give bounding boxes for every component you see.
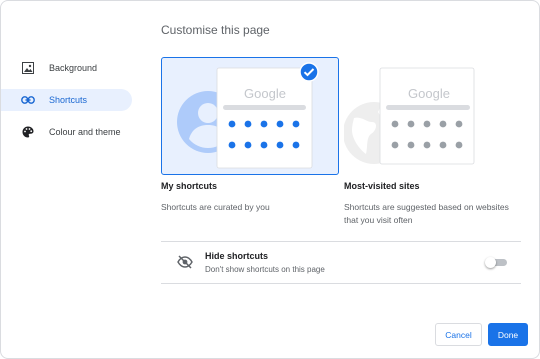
sidebar-item-label: Colour and theme <box>49 127 121 137</box>
sidebar-item-label: Background <box>49 63 98 73</box>
done-button[interactable]: Done <box>488 323 528 346</box>
eye-off-icon <box>177 255 193 269</box>
sidebar-item-label: Shortcuts <box>49 95 88 105</box>
hide-shortcuts-title: Hide shortcuts <box>205 251 269 261</box>
selected-check-icon <box>299 62 319 82</box>
my-shortcuts-description: Shortcuts are curated by you <box>161 202 270 212</box>
hide-shortcuts-description: Don't show shortcuts on this page <box>205 265 325 274</box>
my-shortcuts-card[interactable]: Google <box>161 57 339 175</box>
customise-dialog: Customise this page Background Shortcuts… <box>0 0 540 359</box>
shortcut-options: Google Google <box>161 57 521 177</box>
sidebar-item-shortcuts[interactable]: Shortcuts <box>1 89 132 111</box>
palette-icon <box>21 125 35 139</box>
google-logo-preview: Google <box>244 86 286 101</box>
sidebar-item-background[interactable]: Background <box>1 57 141 79</box>
toggle-knob <box>485 257 496 268</box>
hide-shortcuts-toggle[interactable] <box>485 257 507 268</box>
most-visited-preview: Google <box>344 67 475 165</box>
dialog-title: Customise this page <box>161 23 270 37</box>
google-logo-preview: Google <box>408 86 450 101</box>
hide-shortcuts-row[interactable]: Hide shortcuts Don't show shortcuts on t… <box>161 242 521 283</box>
most-visited-label: Most-visited sites <box>344 181 420 191</box>
sidebar-item-colour-and-theme[interactable]: Colour and theme <box>1 121 141 143</box>
image-icon <box>21 61 35 75</box>
my-shortcuts-label: My shortcuts <box>161 181 218 191</box>
most-visited-description: Shortcuts are suggested based on website… <box>344 202 509 225</box>
sidebar: Background Shortcuts Colour and theme <box>1 57 141 153</box>
cancel-button[interactable]: Cancel <box>435 323 482 346</box>
link-icon <box>21 93 35 107</box>
most-visited-card[interactable]: Google <box>343 57 521 175</box>
divider <box>161 283 521 284</box>
